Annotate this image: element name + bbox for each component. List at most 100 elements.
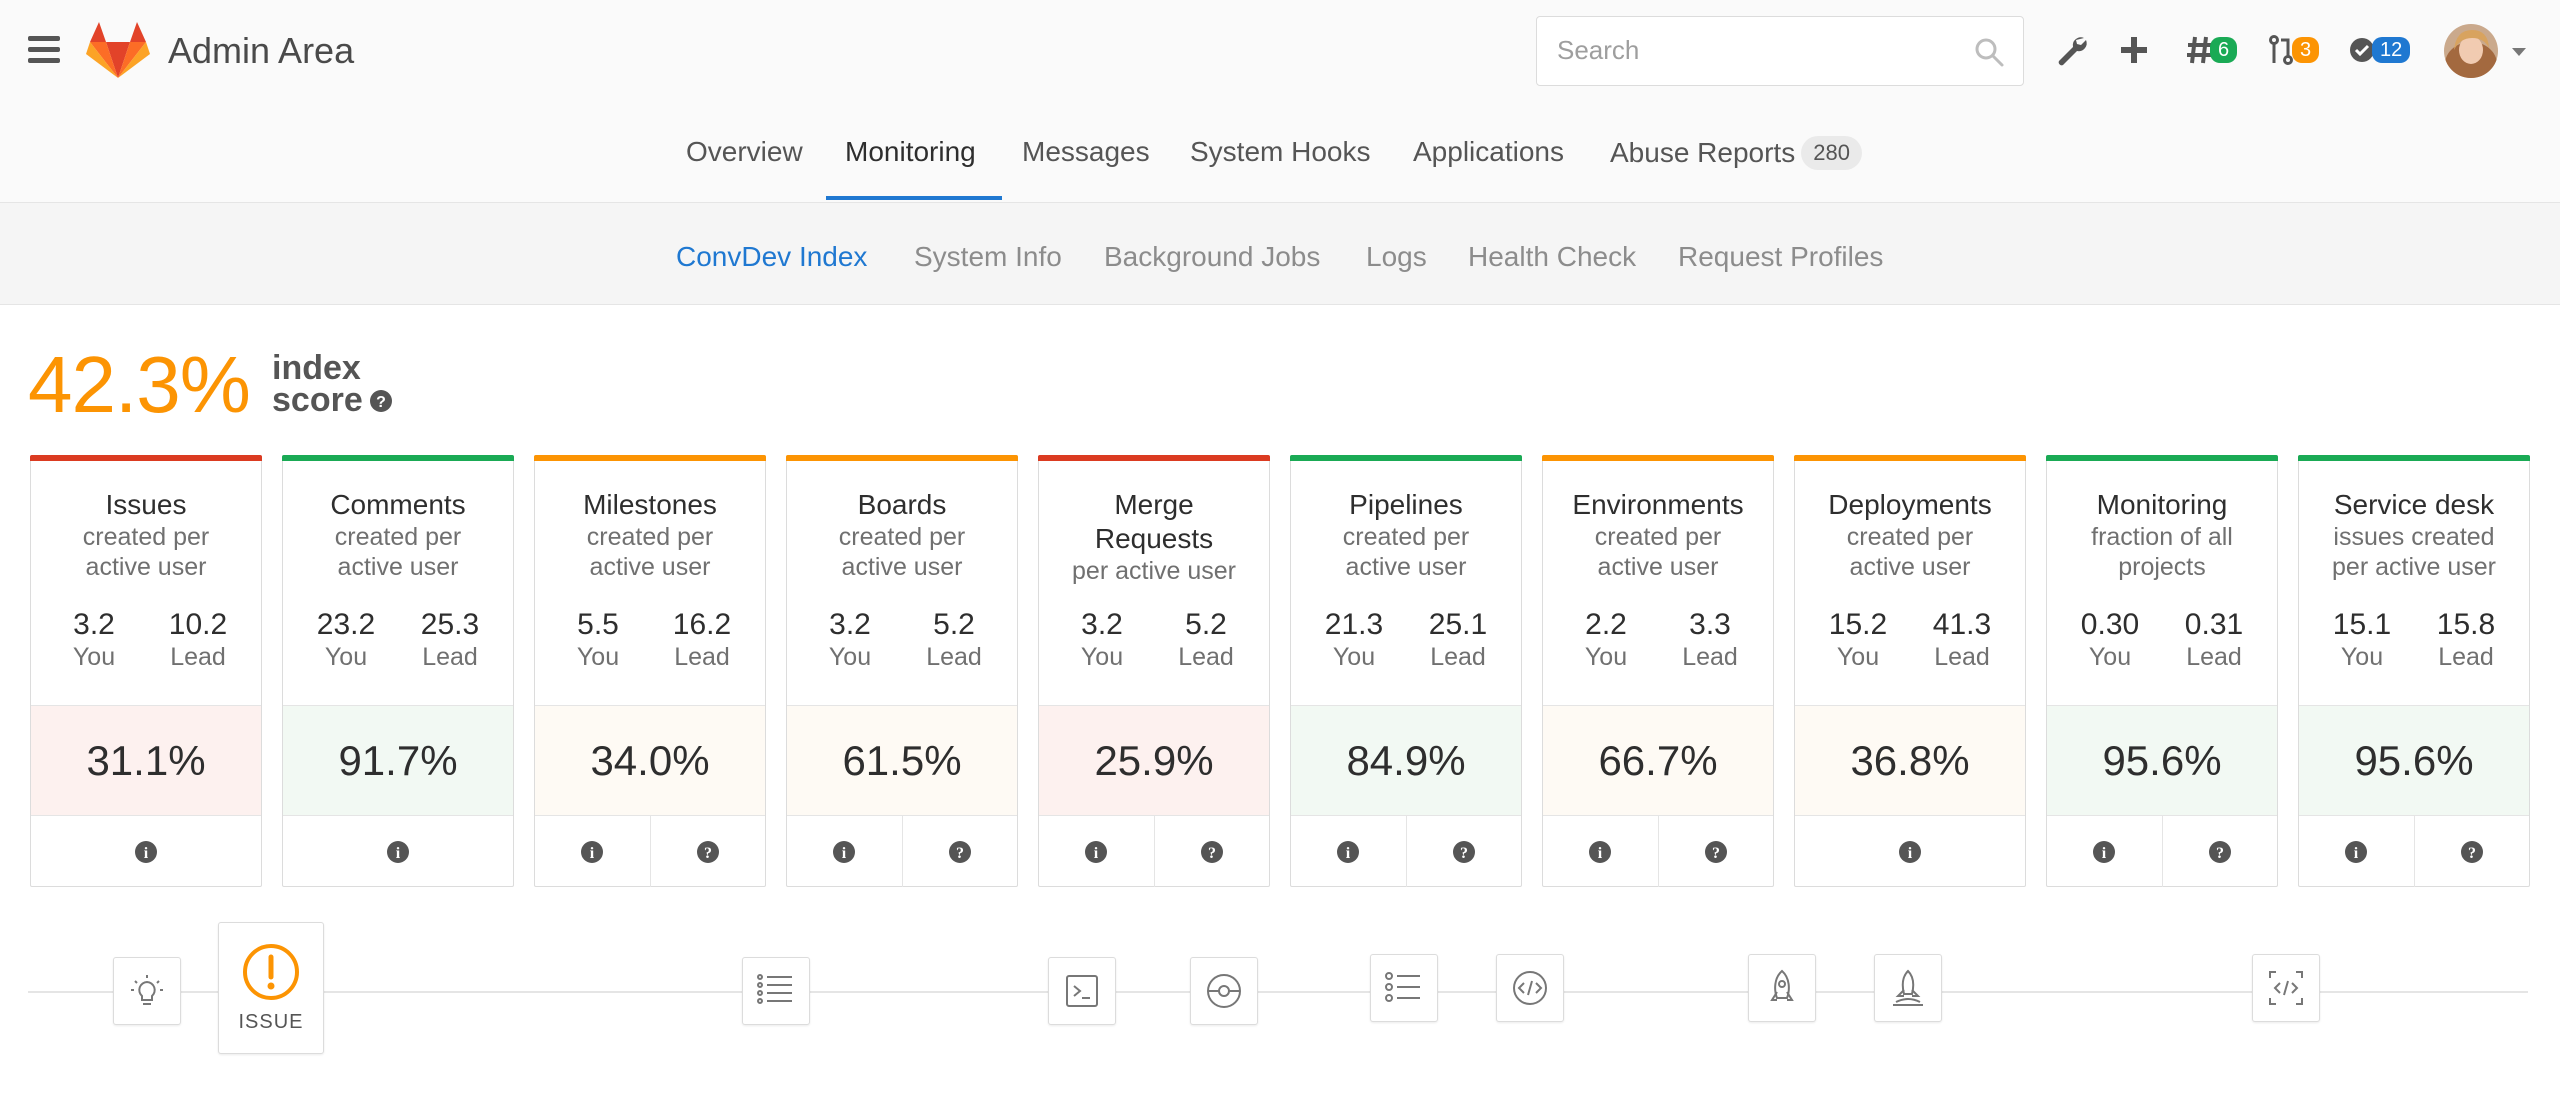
card-title-line: Requests — [1094, 523, 1214, 554]
card-description-line: created per — [838, 523, 966, 551]
gitlab-logo[interactable] — [86, 20, 150, 80]
question-circle-icon[interactable]: ? — [369, 389, 393, 413]
card-help-button[interactable]: ? — [1405, 816, 1522, 887]
card-footer: i — [1795, 816, 2025, 887]
card-info-button[interactable]: i — [787, 816, 902, 887]
admin-wrench-icon[interactable] — [2054, 30, 2090, 70]
metric-card: Pipelines created per active user 21.3 You 25… — [1290, 455, 1522, 887]
card-percentage: 91.7% — [283, 705, 513, 816]
stat-you: 3.2 You — [810, 608, 890, 672]
todos-link[interactable]: 6 — [2186, 30, 2238, 70]
hamburger-menu-icon[interactable] — [28, 36, 64, 66]
subtab-convdev-index[interactable]: ConvDev Index — [676, 241, 867, 273]
tab-system-hooks[interactable]: System Hooks — [1190, 136, 1371, 168]
card-help-button[interactable]: ? — [2161, 816, 2278, 887]
card-description: issues created per active user — [2299, 522, 2529, 582]
issues-link[interactable]: 12 — [2348, 30, 2411, 70]
svg-text:i: i — [842, 845, 847, 862]
timeline-review-node[interactable] — [1496, 954, 1564, 1022]
card-title-line: Milestones — [583, 489, 717, 520]
svg-text:?: ? — [1460, 845, 1468, 862]
merge-requests-link[interactable]: 3 — [2268, 30, 2320, 70]
card-info-button[interactable]: i — [2299, 816, 2414, 887]
stat-lead: 16.2 Lead — [662, 608, 742, 672]
card-info-button[interactable]: i — [1291, 816, 1406, 887]
lead-value: 16.2 — [672, 608, 732, 641]
card-description-line: active user — [85, 553, 207, 581]
tab-applications[interactable]: Applications — [1413, 136, 1564, 168]
code-frame-icon — [2269, 971, 2303, 1005]
lead-value: 5.2 — [933, 608, 975, 641]
card-title: Deployments — [1795, 488, 2025, 522]
card-help-button[interactable]: ? — [649, 816, 766, 887]
card-status-bar — [534, 455, 766, 461]
card-description: per active user — [1039, 556, 1269, 586]
tab-overview[interactable]: Overview — [686, 136, 803, 168]
timeline-test-node[interactable] — [1370, 954, 1438, 1022]
card-help-button[interactable]: ? — [2413, 816, 2530, 887]
card-info-button[interactable]: i — [535, 816, 650, 887]
card-info-button[interactable]: i — [1543, 816, 1658, 887]
search-box[interactable] — [1536, 16, 2024, 86]
list-icon — [757, 974, 792, 1004]
card-stats: 23.2 You 25.3 Lead — [283, 608, 513, 672]
timeline-code-node[interactable] — [1048, 957, 1116, 1025]
subtab-logs[interactable]: Logs — [1366, 241, 1427, 273]
info-circle-icon: i — [1589, 840, 1612, 863]
stat-you: 21.3 You — [1314, 608, 1394, 672]
subtab-request-profiles[interactable]: Request Profiles — [1678, 241, 1883, 273]
subtab-system-info[interactable]: System Info — [914, 241, 1062, 273]
card-title: Merge Requests — [1039, 488, 1269, 556]
svg-text:i: i — [396, 845, 401, 862]
svg-text:i: i — [1908, 845, 1913, 862]
card-title: Pipelines — [1291, 488, 1521, 522]
card-info-button[interactable]: i — [283, 816, 513, 887]
tab-messages[interactable]: Messages — [1022, 136, 1150, 168]
card-description-line: per active user — [2332, 553, 2496, 581]
timeline-issue-node[interactable]: ISSUE — [218, 922, 324, 1054]
stat-label: Lead — [1934, 643, 1990, 671]
metric-card: Service desk issues created per active use… — [2298, 455, 2530, 887]
stat-label: You — [828, 643, 872, 671]
card-description: created per active user — [283, 522, 513, 582]
tab-monitoring[interactable]: Monitoring — [845, 136, 976, 168]
lead-value: 5.2 — [1185, 608, 1227, 641]
card-description-line: active user — [1345, 553, 1467, 581]
stat-lead: 3.3 Lead — [1670, 608, 1750, 672]
card-help-button[interactable]: ? — [1657, 816, 1774, 887]
merge-requests-count-badge: 3 — [2292, 37, 2320, 63]
timeline-staging-node[interactable] — [1748, 954, 1816, 1022]
user-avatar[interactable] — [2444, 24, 2498, 78]
card-info-button[interactable]: i — [2047, 816, 2162, 887]
stat-lead: 5.2 Lead — [1166, 608, 1246, 672]
subtab-background-jobs[interactable]: Background Jobs — [1104, 241, 1320, 273]
timeline-plan-node[interactable] — [742, 957, 810, 1025]
stat-label: You — [1080, 643, 1124, 671]
commit-icon — [1207, 974, 1241, 1008]
search-input[interactable] — [1537, 17, 1957, 83]
card-status-bar — [2298, 455, 2530, 461]
card-description-line: created per — [334, 523, 462, 551]
card-description-line: created per — [1846, 523, 1974, 551]
card-stats: 2.2 You 3.3 Lead — [1543, 608, 1773, 672]
info-circle-icon: i — [1085, 840, 1108, 863]
subtab-health-check[interactable]: Health Check — [1468, 241, 1636, 273]
svg-text:i: i — [1094, 845, 1099, 862]
you-value: 5.5 — [577, 608, 619, 641]
stat-label: Lead — [1682, 643, 1738, 671]
timeline-production-node[interactable] — [1874, 954, 1942, 1022]
new-item-plus-icon[interactable] — [2118, 30, 2150, 70]
card-help-button[interactable]: ? — [1153, 816, 1270, 887]
timeline-idea-node[interactable] — [113, 957, 181, 1025]
monitoring-subnav: ConvDev Index System Info Background Job… — [0, 203, 2560, 305]
timeline-feedback-node[interactable] — [2252, 954, 2320, 1022]
tab-abuse-reports[interactable]: Abuse Reports 280 — [1610, 136, 1862, 170]
card-info-button[interactable]: i — [1795, 816, 2025, 887]
card-info-button[interactable]: i — [1039, 816, 1154, 887]
card-info-button[interactable]: i — [31, 816, 261, 887]
card-help-button[interactable]: ? — [901, 816, 1018, 887]
metric-card: Issues created per active user 3.2 You 10.2 Le… — [30, 455, 262, 887]
chevron-down-icon[interactable] — [2512, 48, 2526, 56]
question-circle-icon: ? — [1200, 840, 1223, 863]
timeline-commit-node[interactable] — [1190, 957, 1258, 1025]
